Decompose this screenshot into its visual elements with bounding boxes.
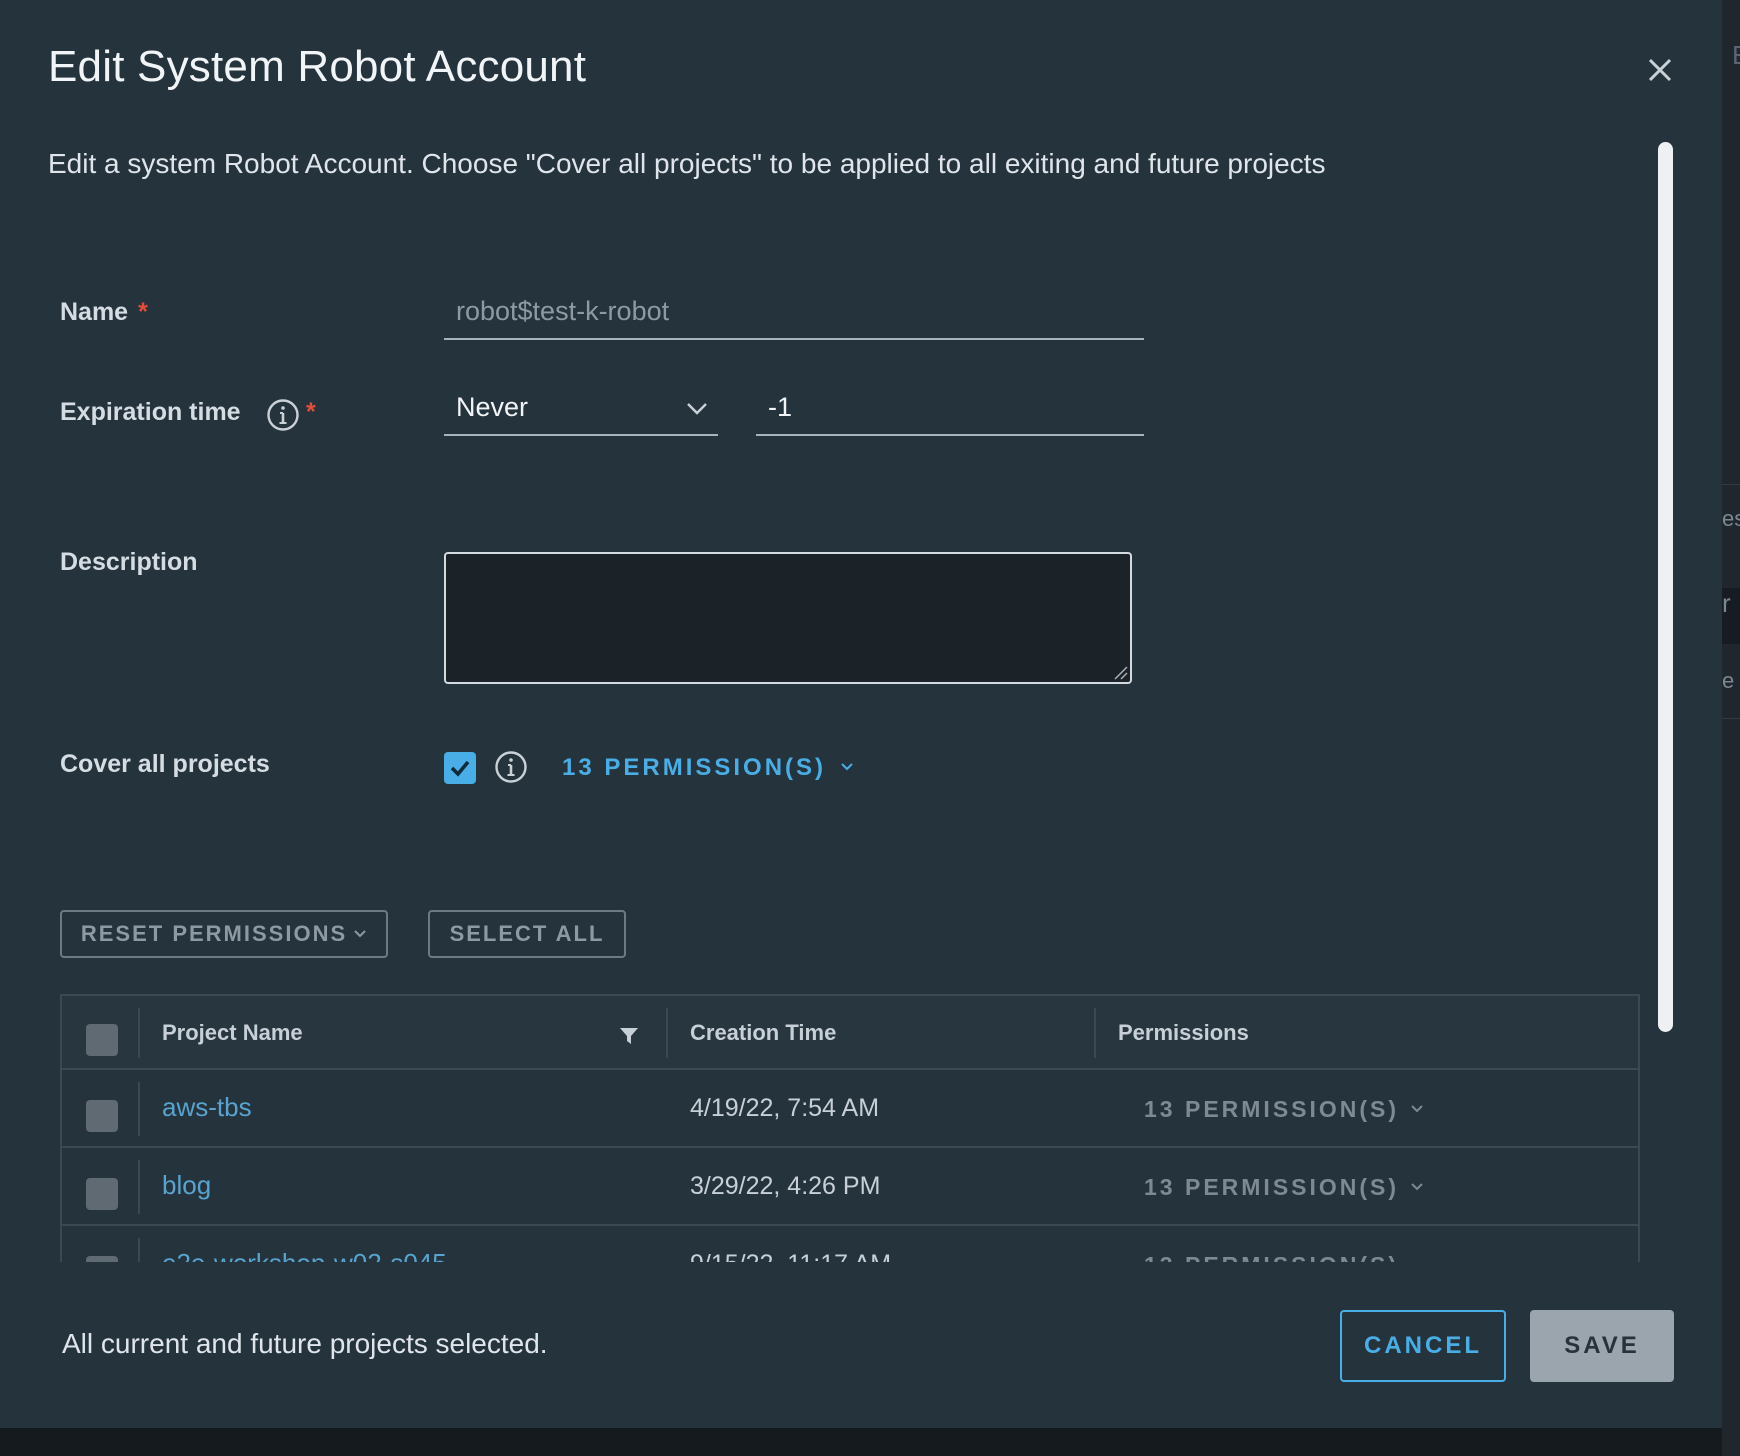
reset-permissions-button[interactable]: RESET PERMISSIONS [60, 910, 388, 958]
reset-permissions-label: RESET PERMISSIONS [80, 921, 348, 946]
row-permissions-dropdown[interactable]: 13 PERMISSION(S) [1144, 1252, 1399, 1262]
column-separator [138, 1238, 140, 1262]
scrollbar-thumb[interactable] [1658, 142, 1673, 1032]
background-text-fragment: es [1722, 506, 1740, 531]
background-text-fragment: r [1722, 588, 1731, 618]
edit-robot-dialog: Edit System Robot Account Edit a system … [0, 0, 1722, 1428]
project-name-link[interactable]: blog [162, 1170, 211, 1201]
description-textarea[interactable] [444, 552, 1132, 684]
chevron-down-icon [841, 763, 853, 771]
project-name-link[interactable]: e2e-workshop-w02-s045 [162, 1248, 447, 1262]
column-separator [138, 1082, 140, 1136]
close-icon [1648, 58, 1672, 82]
info-icon[interactable] [266, 398, 300, 432]
description-label: Description [60, 548, 198, 577]
table-row: aws-tbs 4/19/22, 7:54 AM 13 PERMISSION(S… [62, 1070, 1638, 1148]
name-label: Name * [60, 298, 148, 327]
cover-all-label-text: Cover all projects [60, 750, 270, 778]
table-row: e2e-workshop-w02-s045 9/15/22, 11:17 AM … [62, 1226, 1638, 1262]
expiration-days-input[interactable]: -1 [756, 388, 1144, 436]
cancel-button[interactable]: CANCEL [1340, 1310, 1506, 1382]
name-input-value: robot$test-k-robot [456, 296, 670, 326]
projects-datagrid: Project Name Creation Time Permissions a… [60, 994, 1640, 1262]
select-all-label: SELECT ALL [449, 921, 605, 946]
name-label-text: Name [60, 298, 129, 326]
dialog-description: Edit a system Robot Account. Choose "Cov… [48, 148, 1326, 179]
creation-time: 4/19/22, 7:54 AM [690, 1094, 880, 1122]
row-permissions-label: 13 PERMISSION(S) [1144, 1096, 1400, 1122]
row-permissions-dropdown[interactable]: 13 PERMISSION(S) [1144, 1096, 1424, 1123]
expiration-days-value: -1 [768, 392, 793, 422]
select-all-button[interactable]: SELECT ALL [428, 910, 626, 958]
save-button-label: SAVE [1564, 1332, 1640, 1359]
column-header-creation-time[interactable]: Creation Time [690, 1020, 836, 1046]
column-header-permissions[interactable]: Permissions [1118, 1020, 1249, 1046]
project-name-link[interactable]: aws-tbs [162, 1092, 252, 1123]
background-text-fragment: E [1732, 40, 1740, 71]
background-page-strip: E es r e [1722, 0, 1740, 1456]
background-divider [1722, 484, 1740, 485]
row-checkbox[interactable] [86, 1178, 118, 1210]
chevron-down-icon [1411, 1105, 1424, 1113]
cancel-button-label: CANCEL [1364, 1332, 1482, 1359]
row-checkbox[interactable] [86, 1256, 118, 1262]
row-permissions-dropdown[interactable]: 13 PERMISSION(S) [1144, 1174, 1424, 1201]
chevron-down-icon [687, 403, 707, 415]
column-separator [666, 1008, 668, 1058]
expiration-label-text: Expiration time [60, 398, 241, 426]
close-button[interactable] [1640, 50, 1680, 90]
expiration-select[interactable]: Never [444, 388, 718, 436]
selection-status-text: All current and future projects selected… [62, 1328, 548, 1359]
required-marker: * [306, 398, 316, 426]
creation-time: 3/29/22, 4:26 PM [690, 1172, 881, 1200]
column-header-project-name[interactable]: Project Name [162, 1020, 303, 1046]
row-permissions-label: 13 PERMISSION(S) [1144, 1252, 1399, 1262]
cover-all-permissions-dropdown[interactable]: 13 PERMISSION(S) [562, 754, 854, 782]
column-separator [138, 1160, 140, 1214]
row-checkbox[interactable] [86, 1100, 118, 1132]
creation-time: 9/15/22, 11:17 AM [690, 1250, 891, 1262]
checkmark-icon [450, 760, 470, 777]
chevron-down-icon [1411, 1183, 1424, 1191]
cover-all-label: Cover all projects [60, 750, 270, 779]
cover-all-permissions-label: 13 PERMISSION(S) [562, 754, 827, 781]
save-button[interactable]: SAVE [1530, 1310, 1674, 1382]
required-marker: * [138, 298, 148, 326]
cover-all-checkbox[interactable] [444, 752, 476, 784]
chevron-down-icon [354, 930, 366, 938]
dialog-title: Edit System Robot Account [48, 42, 587, 91]
datagrid-header: Project Name Creation Time Permissions [62, 996, 1638, 1070]
description-label-text: Description [60, 548, 198, 576]
filter-icon[interactable] [618, 1026, 640, 1046]
column-separator [1094, 1008, 1096, 1058]
info-icon[interactable] [494, 750, 528, 784]
name-input[interactable]: robot$test-k-robot [444, 292, 1144, 340]
select-all-rows-checkbox[interactable] [86, 1024, 118, 1056]
table-row: blog 3/29/22, 4:26 PM 13 PERMISSION(S) [62, 1148, 1638, 1226]
row-permissions-label: 13 PERMISSION(S) [1144, 1174, 1400, 1200]
column-separator [138, 1008, 140, 1058]
resize-handle-icon[interactable] [1112, 664, 1128, 680]
background-text-fragment: e [1722, 668, 1735, 693]
expiration-select-value: Never [456, 392, 529, 422]
background-divider [1722, 718, 1740, 719]
expiration-label: Expiration time [60, 398, 241, 427]
